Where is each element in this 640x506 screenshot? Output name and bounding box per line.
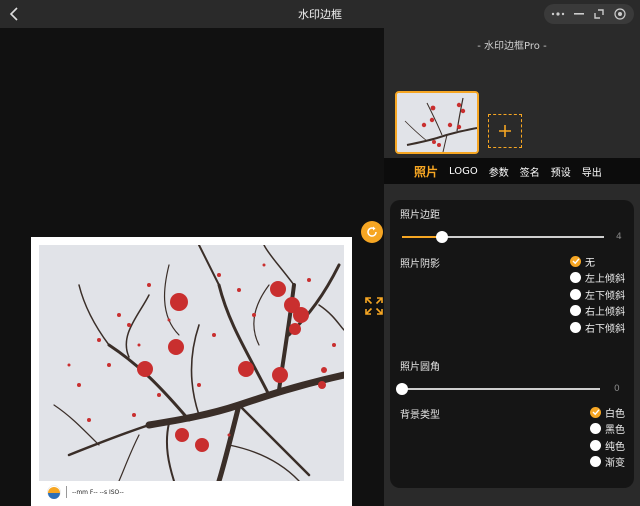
preview-caption: --mm F-- --s ISO-- <box>47 483 124 501</box>
caption-text: --mm F-- --s ISO-- <box>72 488 124 496</box>
shadow-option-3[interactable]: 右上倾斜 <box>570 303 625 320</box>
more-button[interactable] <box>550 6 566 22</box>
shadow-option-label: 右上倾斜 <box>585 307 625 319</box>
border-value: 4 <box>616 232 622 242</box>
shadow-option-label: 右下倾斜 <box>585 323 625 335</box>
shadow-option-2[interactable]: 左下倾斜 <box>570 286 625 303</box>
radio-circle-icon[interactable] <box>590 439 601 451</box>
background-option-label: 渐变 <box>605 458 625 470</box>
background-option-2[interactable]: 纯色 <box>590 437 625 454</box>
radio-circle-icon[interactable] <box>570 321 581 333</box>
app-window: 水印边框 --mm F-- --s ISO-- - 水印边框Pro - 照片 L… <box>0 0 640 506</box>
shadow-option-label: 无 <box>585 257 595 269</box>
rotate-button[interactable] <box>361 221 383 243</box>
expand-button[interactable] <box>364 296 384 316</box>
minimize-icon <box>573 13 584 15</box>
close-icon <box>614 8 626 20</box>
slider-track <box>402 388 600 390</box>
background-option-label: 纯色 <box>605 441 625 453</box>
brand-logo-icon <box>47 485 61 499</box>
minimize-button[interactable] <box>571 6 587 22</box>
corner-value: 0 <box>614 384 620 394</box>
background-option-1[interactable]: 黑色 <box>590 421 625 438</box>
settings-panel: - 水印边框Pro - 照片 LOGO 参数 签名 预设 导出 照片边距 4 照… <box>384 28 640 506</box>
caption-divider <box>66 486 67 498</box>
thumbnail-image <box>397 93 477 152</box>
background-option-3[interactable]: 渐变 <box>590 454 625 471</box>
shadow-option-4[interactable]: 右下倾斜 <box>570 319 625 336</box>
restore-icon <box>594 9 604 19</box>
corner-label: 照片圆角 <box>400 362 440 373</box>
radio-circle-icon[interactable] <box>570 272 581 284</box>
tab-bar: 照片 LOGO 参数 签名 预设 导出 <box>384 158 640 184</box>
refresh-icon <box>367 226 377 237</box>
tree-photo-image <box>39 245 344 481</box>
shadow-option-1[interactable]: 左上倾斜 <box>570 270 625 287</box>
border-slider[interactable] <box>402 230 604 244</box>
tab-export[interactable]: 导出 <box>582 164 602 179</box>
background-option-label: 白色 <box>605 408 625 420</box>
expand-icon <box>365 297 383 315</box>
tab-photo[interactable]: 照片 <box>414 163 438 180</box>
window-controls <box>544 4 634 24</box>
shadow-option-0[interactable]: 无 <box>570 253 625 270</box>
slider-knob[interactable] <box>436 231 449 243</box>
radio-circle-icon[interactable] <box>570 305 581 317</box>
restore-button[interactable] <box>591 6 607 22</box>
photo-thumbnail[interactable] <box>395 91 479 154</box>
more-icon <box>552 12 565 16</box>
tab-params[interactable]: 参数 <box>489 164 509 179</box>
preview-card: --mm F-- --s ISO-- <box>31 237 352 506</box>
radio-circle-icon[interactable] <box>570 288 581 300</box>
preview-photo <box>39 245 344 481</box>
background-option-0[interactable]: 白色 <box>590 404 625 421</box>
tab-logo[interactable]: LOGO <box>449 166 478 177</box>
radio-circle-icon[interactable] <box>590 456 601 468</box>
close-button[interactable] <box>612 6 628 22</box>
slider-knob[interactable] <box>396 383 408 395</box>
photo-settings-card: 照片边距 4 照片阴影 无左上倾斜左下倾斜右上倾斜右下倾斜 照片圆角 0 背景类… <box>390 200 634 488</box>
checkmark-icon[interactable] <box>570 255 581 267</box>
panel-title: - 水印边框Pro - <box>477 41 547 52</box>
tab-presets[interactable]: 预设 <box>551 164 571 179</box>
shadow-option-label: 左上倾斜 <box>585 274 625 286</box>
plus-icon <box>499 125 511 137</box>
background-options: 白色 黑色 纯色 渐变 <box>590 404 625 470</box>
add-photo-button[interactable] <box>488 114 522 148</box>
border-label: 照片边距 <box>400 210 440 221</box>
corner-slider[interactable] <box>396 382 600 396</box>
radio-circle-icon[interactable] <box>590 423 601 435</box>
shadow-option-label: 左下倾斜 <box>585 290 625 302</box>
background-option-label: 黑色 <box>605 425 625 437</box>
checkmark-icon[interactable] <box>590 406 601 418</box>
shadow-label: 照片阴影 <box>400 259 440 270</box>
title-bar: 水印边框 <box>0 0 640 28</box>
tab-signature[interactable]: 签名 <box>520 164 540 179</box>
background-label: 背景类型 <box>400 410 440 421</box>
shadow-options: 无左上倾斜左下倾斜右上倾斜右下倾斜 <box>570 253 625 336</box>
